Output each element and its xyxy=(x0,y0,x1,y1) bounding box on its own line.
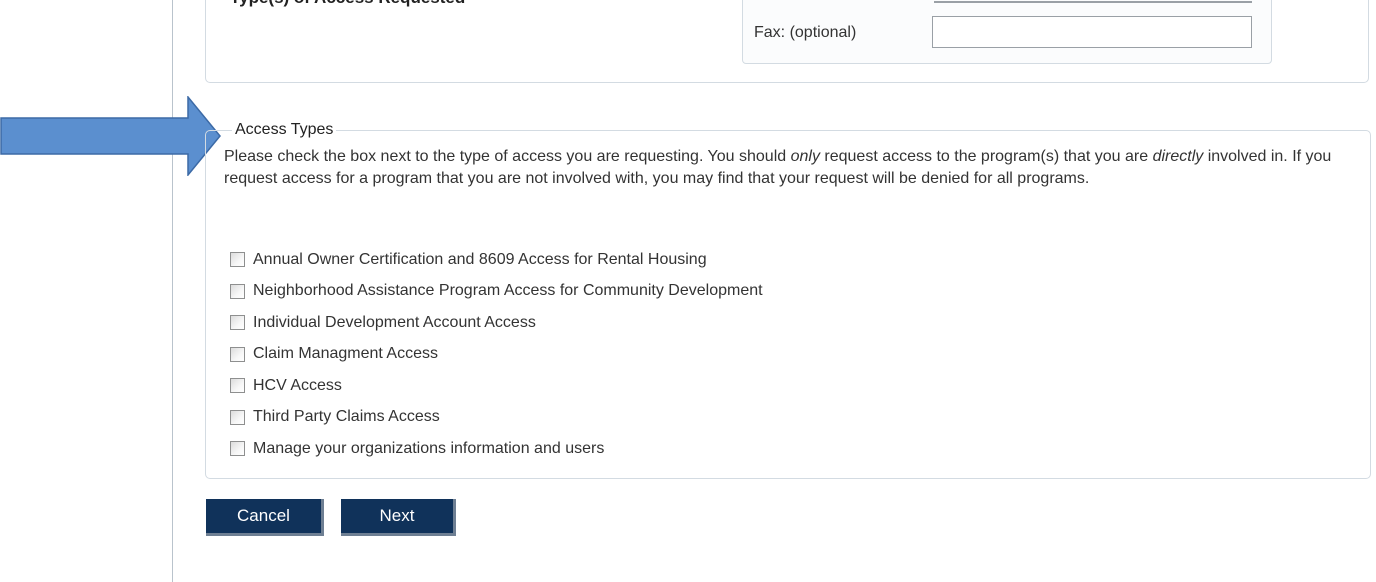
access-types-legend: Access Types xyxy=(232,121,337,139)
option-label: Manage your organizations information an… xyxy=(253,439,605,457)
option-label: Third Party Claims Access xyxy=(253,408,440,426)
access-option-neighborhood-assistance[interactable]: Neighborhood Assistance Program Access f… xyxy=(230,276,763,308)
fax-input[interactable] xyxy=(932,16,1252,48)
left-border-line xyxy=(172,0,173,582)
cancel-button[interactable]: Cancel xyxy=(206,499,324,536)
option-label: Claim Managment Access xyxy=(253,345,438,363)
next-button[interactable]: Next xyxy=(341,499,456,536)
access-type-options: Annual Owner Certification and 8609 Acce… xyxy=(230,244,763,465)
checkbox[interactable] xyxy=(230,346,245,362)
checkbox[interactable] xyxy=(230,409,245,425)
access-types-instructions: Please check the box next to the type of… xyxy=(224,146,1364,190)
partial-section-heading: Type(s) of Access Requested xyxy=(230,0,465,8)
instructions-text-1: Please check the box next to the type of… xyxy=(224,148,791,165)
access-option-third-party-claims[interactable]: Third Party Claims Access xyxy=(230,402,763,434)
option-label: Individual Development Account Access xyxy=(253,313,536,331)
instructions-emphasis-directly: directly xyxy=(1152,148,1204,165)
instructions-emphasis-only: only xyxy=(790,148,820,165)
page: Type(s) of Access Requested Fax: (option… xyxy=(0,0,1376,582)
previous-input-bottom-edge xyxy=(934,1,1252,3)
access-option-individual-development[interactable]: Individual Development Account Access xyxy=(230,307,763,339)
checkbox[interactable] xyxy=(230,441,245,457)
option-label: HCV Access xyxy=(253,376,342,394)
checkbox[interactable] xyxy=(230,252,245,268)
checkbox[interactable] xyxy=(230,315,245,331)
access-option-hcv[interactable]: HCV Access xyxy=(230,370,763,402)
arrow-right-icon xyxy=(0,96,221,176)
access-option-claim-management[interactable]: Claim Managment Access xyxy=(230,339,763,371)
checkbox[interactable] xyxy=(230,378,245,394)
checkbox[interactable] xyxy=(230,283,245,299)
fax-label: Fax: (optional) xyxy=(754,24,857,41)
access-option-rental-housing[interactable]: Annual Owner Certification and 8609 Acce… xyxy=(230,244,763,276)
access-option-manage-organization[interactable]: Manage your organizations information an… xyxy=(230,433,763,465)
instructions-text-2: request access to the program(s) that yo… xyxy=(819,148,1153,165)
option-label: Neighborhood Assistance Program Access f… xyxy=(253,282,763,300)
option-label: Annual Owner Certification and 8609 Acce… xyxy=(253,250,707,268)
